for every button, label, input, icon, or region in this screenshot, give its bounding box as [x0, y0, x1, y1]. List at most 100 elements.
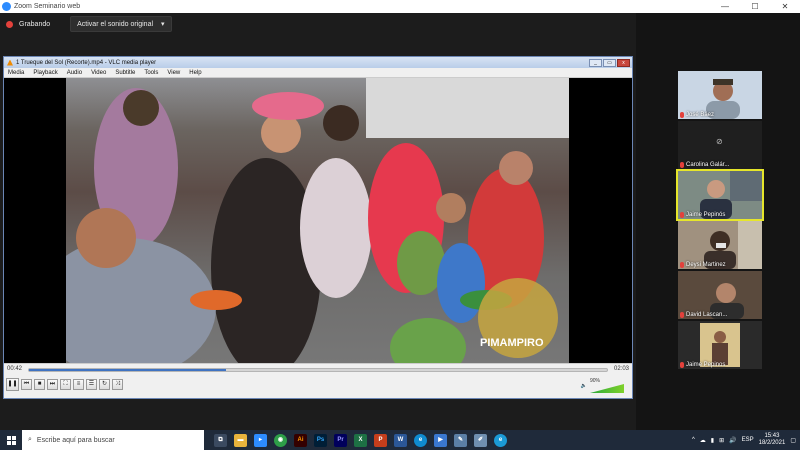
- participant-tile[interactable]: David Lascan...: [678, 271, 762, 319]
- camera-off-icon: ⊘: [716, 137, 723, 146]
- market-scene-video-frame: PIMAMPIRO: [66, 78, 569, 363]
- zoom-window-title: Zoom Seminario web: [14, 3, 81, 10]
- extended-settings-button[interactable]: ≡: [73, 379, 84, 390]
- pimampiro-watermark: PIMAMPIRO: [480, 337, 544, 349]
- chrome-icon[interactable]: ◉: [274, 433, 287, 447]
- edge-chromium-icon[interactable]: e: [494, 433, 507, 447]
- menu-tools[interactable]: Tools: [144, 70, 158, 76]
- original-sound-button[interactable]: Activar el sonido original ▾: [70, 16, 172, 32]
- windows-logo-icon: [6, 435, 16, 445]
- windows-taskbar: ⌕ Escribe aquí para buscar ⧉ ▬ ▸ ◉ Ai Ps…: [0, 430, 800, 450]
- chevron-down-icon[interactable]: ▾: [161, 20, 165, 28]
- muted-mic-icon: [680, 262, 684, 268]
- vlc-minimize-button[interactable]: _: [589, 58, 602, 67]
- vlc-titlebar: 1 Trueque del Sol (Recorte).mp4 - VLC me…: [4, 57, 632, 68]
- menu-video[interactable]: Video: [91, 70, 106, 76]
- menu-help[interactable]: Help: [189, 70, 201, 76]
- menu-subtitle[interactable]: Subtitle: [115, 70, 135, 76]
- battery-icon[interactable]: ▮: [711, 437, 714, 444]
- volume-widget[interactable]: 90%: [590, 378, 624, 393]
- muted-mic-icon: [680, 312, 684, 318]
- zoom-main-area: Grabando Activar el sonido original ▾ 1 …: [0, 13, 636, 430]
- vlc-menubar: Media Playback Audio Video Subtitle Tool…: [4, 68, 632, 78]
- menu-view[interactable]: View: [167, 70, 180, 76]
- speaker-icon[interactable]: 🔈: [581, 383, 587, 389]
- zoom-logo-icon: [2, 2, 11, 11]
- edge-icon[interactable]: e: [414, 433, 427, 447]
- seek-bar[interactable]: [28, 368, 608, 372]
- menu-playback[interactable]: Playback: [33, 70, 57, 76]
- menu-media[interactable]: Media: [8, 70, 24, 76]
- market-scene-illustration: PIMAMPIRO: [66, 78, 569, 363]
- participant-name-label: Carolina Galár...: [680, 162, 729, 168]
- menu-audio[interactable]: Audio: [67, 70, 82, 76]
- next-button[interactable]: ⏭: [47, 379, 58, 390]
- volume-icon[interactable]: 🔊: [729, 437, 736, 444]
- previous-button[interactable]: ⏮: [21, 379, 32, 390]
- system-tray: ^ ☁ ▮ ⊞ 🔊 ESP 15:43 18/2/2021 ▢: [692, 433, 800, 447]
- seek-progress: [29, 369, 226, 371]
- playlist-button[interactable]: ☰: [86, 379, 97, 390]
- recording-label: Grabando: [19, 20, 51, 28]
- paint-icon[interactable]: ✐: [474, 433, 487, 447]
- excel-icon[interactable]: X: [354, 433, 367, 447]
- participants-panel: José Báez ⊘ Carolina Galár... Jaime Pepi…: [636, 13, 800, 430]
- loop-button[interactable]: ↻: [99, 379, 110, 390]
- participant-tile[interactable]: José Báez: [678, 71, 762, 119]
- stop-button[interactable]: ■: [34, 379, 45, 390]
- maximize-button[interactable]: ☐: [740, 2, 770, 11]
- vlc-close-button[interactable]: x: [617, 58, 630, 67]
- total-time: 02:03: [613, 366, 629, 372]
- vlc-window[interactable]: 1 Trueque del Sol (Recorte).mp4 - VLC me…: [3, 56, 633, 399]
- participant-name-label: Jaime Pepinós: [680, 212, 725, 218]
- volume-label: 90%: [590, 378, 601, 384]
- volume-control[interactable]: 🔈 90%: [581, 378, 624, 393]
- participant-tile[interactable]: Deysi Martinez: [678, 221, 762, 269]
- minimize-button[interactable]: —: [710, 2, 740, 11]
- participant-tile[interactable]: ⊘ Carolina Galár...: [678, 121, 762, 169]
- show-hidden-icons-icon[interactable]: ^: [692, 437, 695, 443]
- taskbar-search-box[interactable]: ⌕ Escribe aquí para buscar: [22, 430, 204, 450]
- participant-tile-active-speaker[interactable]: Jaime Pepinós: [676, 169, 764, 221]
- participant-name-label: Jaime Pepinos: [680, 362, 725, 368]
- onedrive-icon[interactable]: ☁: [700, 437, 706, 444]
- start-button[interactable]: [0, 430, 22, 450]
- vlc-maximize-button[interactable]: ▭: [603, 58, 616, 67]
- video-player-icon[interactable]: ▶: [434, 433, 447, 447]
- powerpoint-icon[interactable]: P: [374, 433, 387, 447]
- vlc-controls: 00:42 02:03 ❚❚ ⏮ ■ ⏭ ⛶ ≡ ☰ ↻ ⤨ 🔈 90%: [4, 363, 632, 398]
- participant-name-label: José Báez: [680, 112, 714, 118]
- file-explorer-icon[interactable]: ▬: [234, 433, 247, 447]
- muted-mic-icon: [680, 362, 684, 368]
- clock-date: 18/2/2021: [758, 440, 786, 446]
- photoshop-icon[interactable]: Ps: [314, 433, 327, 447]
- video-area[interactable]: PIMAMPIRO: [4, 78, 632, 363]
- taskbar-clock[interactable]: 15:43 18/2/2021: [759, 433, 786, 447]
- elapsed-time: 00:42: [7, 366, 23, 372]
- taskbar-apps: ⧉ ▬ ▸ ◉ Ai Ps Pr X P W e ▶ ✎ ✐ e: [214, 433, 507, 447]
- pause-button[interactable]: ❚❚: [6, 378, 19, 391]
- shuffle-button[interactable]: ⤨: [112, 379, 123, 390]
- network-icon[interactable]: ⊞: [719, 437, 724, 444]
- notifications-icon[interactable]: ▢: [790, 437, 796, 444]
- language-indicator[interactable]: ESP: [742, 437, 754, 443]
- vlc-window-controls: _ ▭ x: [589, 58, 630, 67]
- vlc-cone-icon: [7, 59, 13, 66]
- participant-tile[interactable]: Jaime Pepinos: [678, 321, 762, 369]
- fullscreen-button[interactable]: ⛶: [60, 379, 71, 390]
- app-icon[interactable]: ✎: [454, 433, 467, 447]
- zoom-titlebar: Zoom Seminario web — ☐ ✕: [0, 0, 800, 13]
- word-icon[interactable]: W: [394, 433, 407, 447]
- original-sound-label: Activar el sonido original: [77, 20, 154, 28]
- premiere-icon[interactable]: Pr: [334, 433, 347, 447]
- task-view-icon[interactable]: ⧉: [214, 433, 227, 447]
- zoom-app-icon[interactable]: ▸: [254, 433, 267, 447]
- illustrator-icon[interactable]: Ai: [294, 433, 307, 447]
- volume-bar[interactable]: [590, 384, 624, 393]
- muted-mic-icon: [680, 162, 684, 168]
- participant-name-label: David Lascan...: [680, 312, 727, 318]
- vlc-window-title: 1 Trueque del Sol (Recorte).mp4 - VLC me…: [16, 59, 157, 66]
- recording-bar: Grabando Activar el sonido original ▾: [6, 16, 172, 32]
- close-button[interactable]: ✕: [770, 2, 800, 11]
- recording-icon: [6, 20, 13, 28]
